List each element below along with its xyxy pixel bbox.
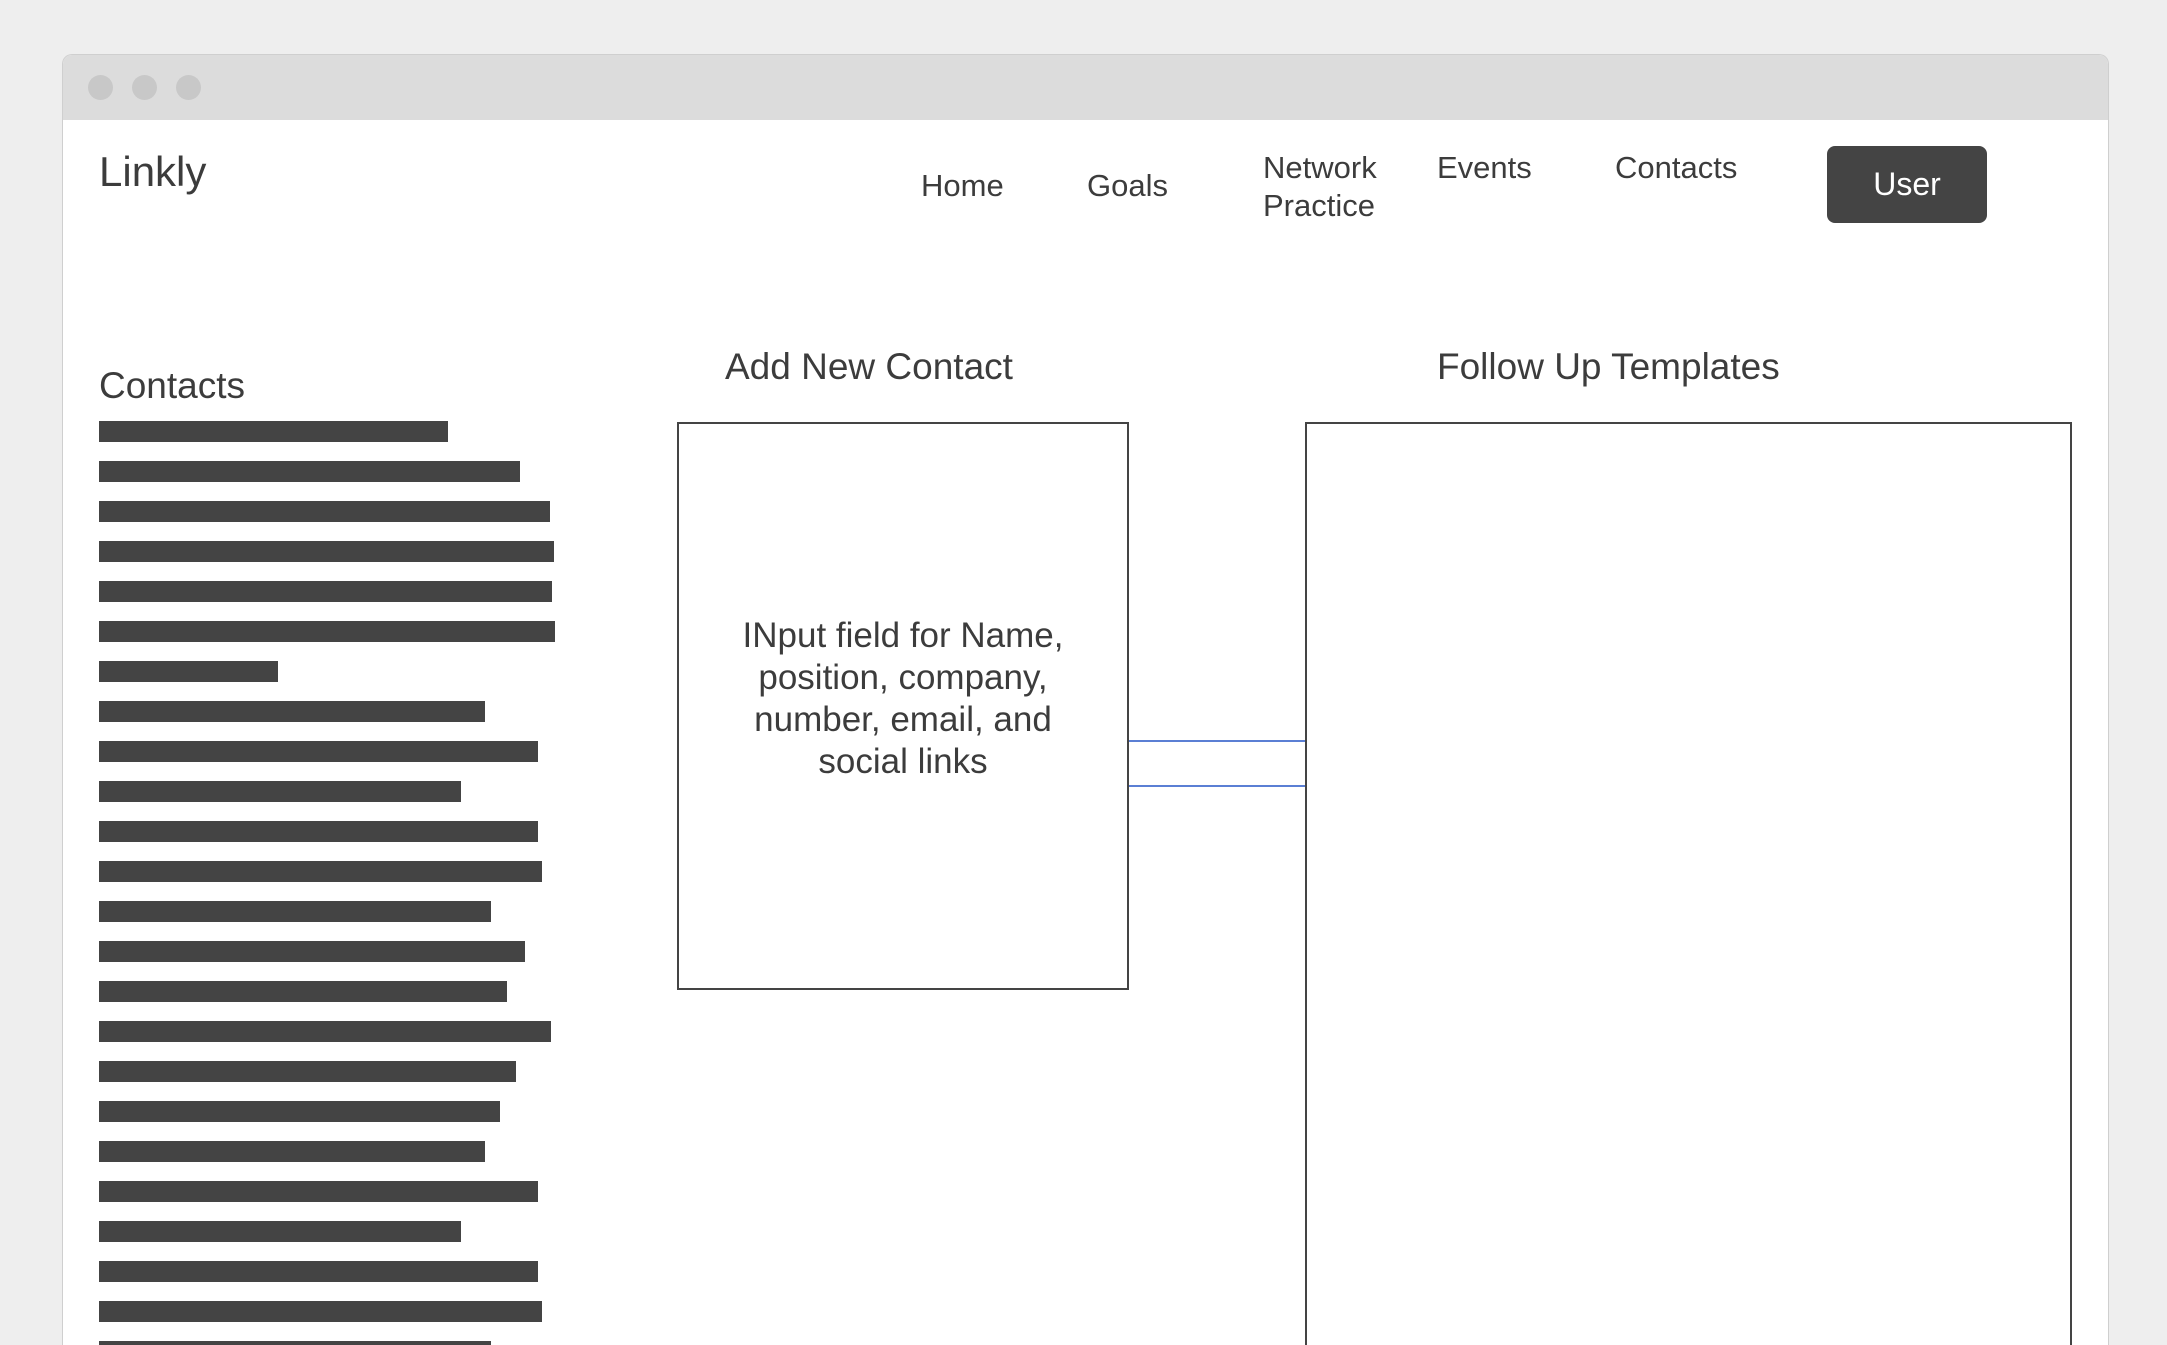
contact-row[interactable] (99, 1141, 485, 1162)
browser-window: Linkly Home Goals Network Practice Event… (62, 54, 2109, 1345)
contact-row[interactable] (99, 1021, 551, 1042)
contact-row[interactable] (99, 661, 278, 682)
contact-row[interactable] (99, 781, 461, 802)
contact-row[interactable] (99, 861, 542, 882)
nav-item-events[interactable]: Events (1437, 149, 1532, 187)
contacts-list[interactable] (99, 421, 569, 1345)
contact-row[interactable] (99, 621, 555, 642)
contact-row[interactable] (99, 421, 448, 442)
user-button[interactable]: User (1827, 146, 1987, 223)
app-logo: Linkly (99, 148, 207, 195)
contact-row[interactable] (99, 821, 538, 842)
nav-item-goals[interactable]: Goals (1087, 167, 1168, 205)
contact-row[interactable] (99, 741, 538, 762)
window-close-button[interactable] (88, 75, 113, 100)
contact-row[interactable] (99, 461, 520, 482)
add-contact-title: Add New Contact (725, 346, 1013, 387)
connector-line (1129, 785, 1305, 787)
contact-row[interactable] (99, 941, 525, 962)
nav-item-network-practice[interactable]: Network Practice (1263, 149, 1403, 225)
app-content: Linkly Home Goals Network Practice Event… (63, 120, 2108, 1345)
contact-row[interactable] (99, 1061, 516, 1082)
contact-row[interactable] (99, 501, 550, 522)
contact-row[interactable] (99, 1301, 542, 1322)
contact-row[interactable] (99, 1261, 538, 1282)
window-maximize-button[interactable] (176, 75, 201, 100)
add-contact-placeholder: INput field for Name, position, company,… (742, 615, 1064, 781)
nav-item-home[interactable]: Home (921, 167, 1004, 205)
contact-row[interactable] (99, 1101, 500, 1122)
contact-row[interactable] (99, 541, 554, 562)
contact-row[interactable] (99, 981, 507, 1002)
follow-up-templates-box[interactable] (1305, 422, 2072, 1345)
contact-row[interactable] (99, 701, 485, 722)
nav-item-contacts[interactable]: Contacts (1615, 149, 1737, 187)
add-contact-input-box[interactable]: INput field for Name, position, company,… (677, 422, 1129, 990)
contact-row[interactable] (99, 1341, 491, 1345)
contact-row[interactable] (99, 901, 491, 922)
follow-up-templates-title: Follow Up Templates (1437, 346, 1780, 387)
contact-row[interactable] (99, 1181, 538, 1202)
contact-row[interactable] (99, 1221, 461, 1242)
contacts-title: Contacts (99, 365, 246, 406)
contact-row[interactable] (99, 581, 552, 602)
window-titlebar (63, 55, 2108, 120)
connector-line (1129, 740, 1305, 742)
window-minimize-button[interactable] (132, 75, 157, 100)
